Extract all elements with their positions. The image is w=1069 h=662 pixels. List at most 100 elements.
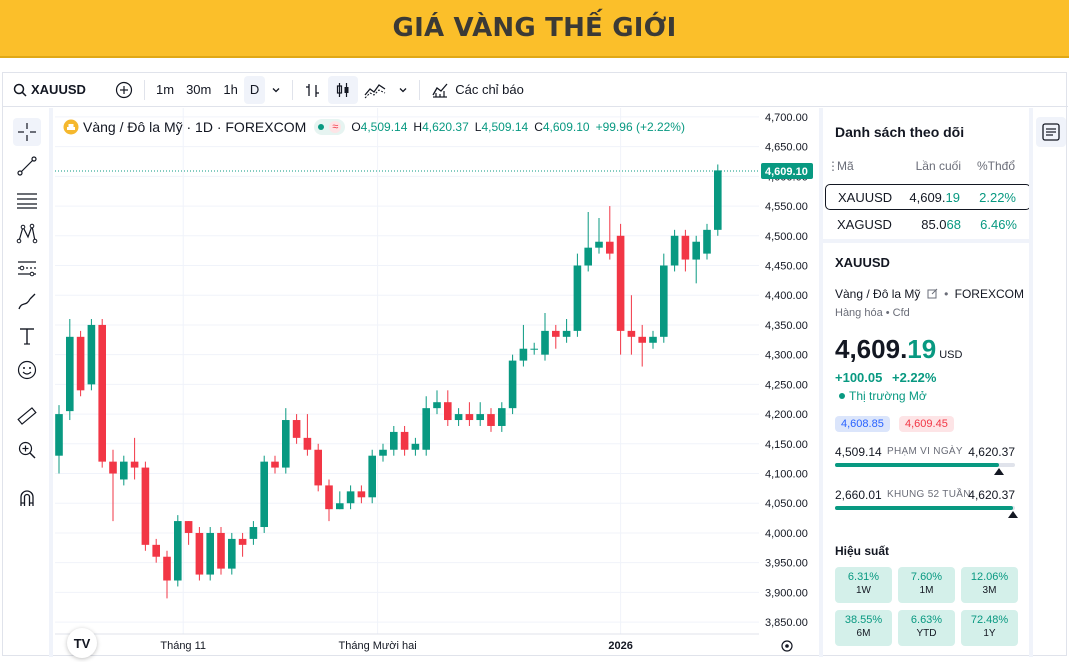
col-symbol[interactable]: Mã [837,159,854,173]
watchlist-row[interactable]: XAUUSD 4,609.19 2.22% [825,184,1031,210]
candle [141,461,150,551]
watchlist-title: Danh sách theo dõi [835,124,965,140]
price-axis[interactable]: 4,700.004,650.004,600.004,550.004,500.00… [759,108,815,657]
week52-range-marker [1008,511,1019,518]
candle [530,342,538,355]
day-range-high: 4,620.37 [968,445,1015,459]
bid-price: 4,608.85 [835,416,890,432]
fib-tool[interactable] [13,186,41,214]
candle [703,223,711,260]
pattern-icon [16,223,38,244]
perf-value: 6.31% [847,571,880,583]
interval-1h[interactable]: 1h [217,76,243,104]
magnet-tool[interactable] [13,484,41,512]
chart-style-dropdown[interactable] [392,76,414,104]
chart-pane[interactable]: Tháng 11 Tháng Mười hai 2026 Vàng / Đô la … [55,108,759,658]
measure-tool[interactable] [13,402,41,430]
interval-30m[interactable]: 30m [180,76,217,104]
symbol-search[interactable]: XAUUSD [7,76,109,104]
candle [346,485,355,510]
candle [98,318,106,468]
legend-symbol-name: Vàng / Đô la Mỹ · 1D · FOREXCOM [83,119,307,135]
indicators-button[interactable]: Các chỉ báo [425,76,530,104]
interval-d[interactable]: D [243,75,266,104]
candle [238,532,247,557]
time-tick-label: Tháng 11 [160,640,206,652]
interval-dropdown[interactable] [265,76,287,104]
text-tool[interactable] [13,322,41,350]
row-symbol: XAUUSD [838,189,893,205]
compare-button[interactable] [109,76,139,104]
toolbar-divider [419,79,421,100]
pattern-tool[interactable] [13,220,41,248]
performance-tile[interactable]: 12.06% 3M [961,567,1018,603]
candle [87,318,96,391]
day-range-label: PHẠM VI NGÀY [887,446,963,457]
candle-body [292,420,301,438]
area-style-button[interactable] [358,76,392,104]
watchlist-row[interactable]: XAGUSD 85.068 6.46% [825,211,1031,237]
trend-line-tool[interactable] [13,152,41,180]
bar-chart-icon [306,83,320,97]
price-main: 4,609. [835,334,908,364]
zoom-tool[interactable] [13,436,41,464]
interval-1m[interactable]: 1m [150,76,180,104]
watchlist-header: ⋮ Mã Lần cuối %Thđổ [823,156,1029,178]
performance-tile[interactable]: 72.48% 1Y [961,610,1018,646]
legend-open: O4,509.14 [351,120,407,134]
banner-title: GIÁ VÀNG THẾ GIỚI [392,13,677,43]
candle [368,449,376,504]
brush-tool[interactable] [13,288,41,316]
candle [66,318,74,421]
top-toolbar: XAUUSD 1m 30m 1h D Các chỉ báo [3,73,1068,107]
candles-style-button[interactable] [328,75,359,104]
row-last-main: 4,609. [909,189,946,205]
candle-body [346,491,355,504]
candle-body [55,414,63,456]
ask-price: 4,609.45 [899,416,954,432]
performance-tile[interactable]: 38.55% 6M [835,610,892,646]
candle [638,324,646,367]
forecast-tool[interactable] [13,254,41,282]
chart-legend: Vàng / Đô la Mỹ · 1D · FOREXCOM ≈ O4,509… [63,119,685,135]
week52-range-label: KHUNG 52 TUẦN [887,489,971,500]
legend-close: C4,609.10 [534,120,589,134]
candle [217,527,225,575]
candle-body [573,265,582,331]
settings-gear-icon[interactable] [781,640,793,652]
candle-body [627,330,636,337]
candle-body [649,336,657,343]
performance-tile[interactable]: 6.63% YTD [898,610,955,646]
candle-body [109,461,117,474]
watchlist-tab[interactable] [1036,117,1066,147]
list-icon [1042,123,1060,141]
perf-label: 3M [982,585,997,596]
candlestick-chart[interactable]: Tháng 11 Tháng Mười hai 2026 [55,108,759,657]
col-last[interactable]: Lần cuối [916,159,961,173]
market-status-badge[interactable]: ≈ [314,119,346,135]
perf-label: 6M [856,628,871,639]
candle-body [314,449,322,486]
tradingview-logo[interactable]: TV [67,628,97,658]
performance-tile[interactable]: 6.31% 1W [835,567,892,603]
col-change[interactable]: %Thđổ [977,159,1015,173]
performance-tile[interactable]: 7.60% 1M [898,567,955,603]
price-tick-label: 4,250.00 [765,379,808,391]
price-tick-label: 3,850.00 [765,617,808,629]
candle [184,521,193,545]
week52-range-high: 4,620.37 [968,488,1015,502]
candle [584,212,592,272]
close-value: 4,609.10 [542,120,590,134]
candle [336,491,344,510]
candle [303,414,312,456]
smiley-icon [17,360,37,380]
candle [433,390,441,415]
candle [649,330,657,349]
bars-style-button[interactable] [298,76,328,104]
candle-body [487,414,495,426]
crosshair-tool[interactable] [13,118,41,146]
emoji-tool[interactable] [13,356,41,384]
price-tick-label: 3,900.00 [765,587,808,599]
candle-body [152,544,160,557]
external-link-icon[interactable] [927,288,938,299]
